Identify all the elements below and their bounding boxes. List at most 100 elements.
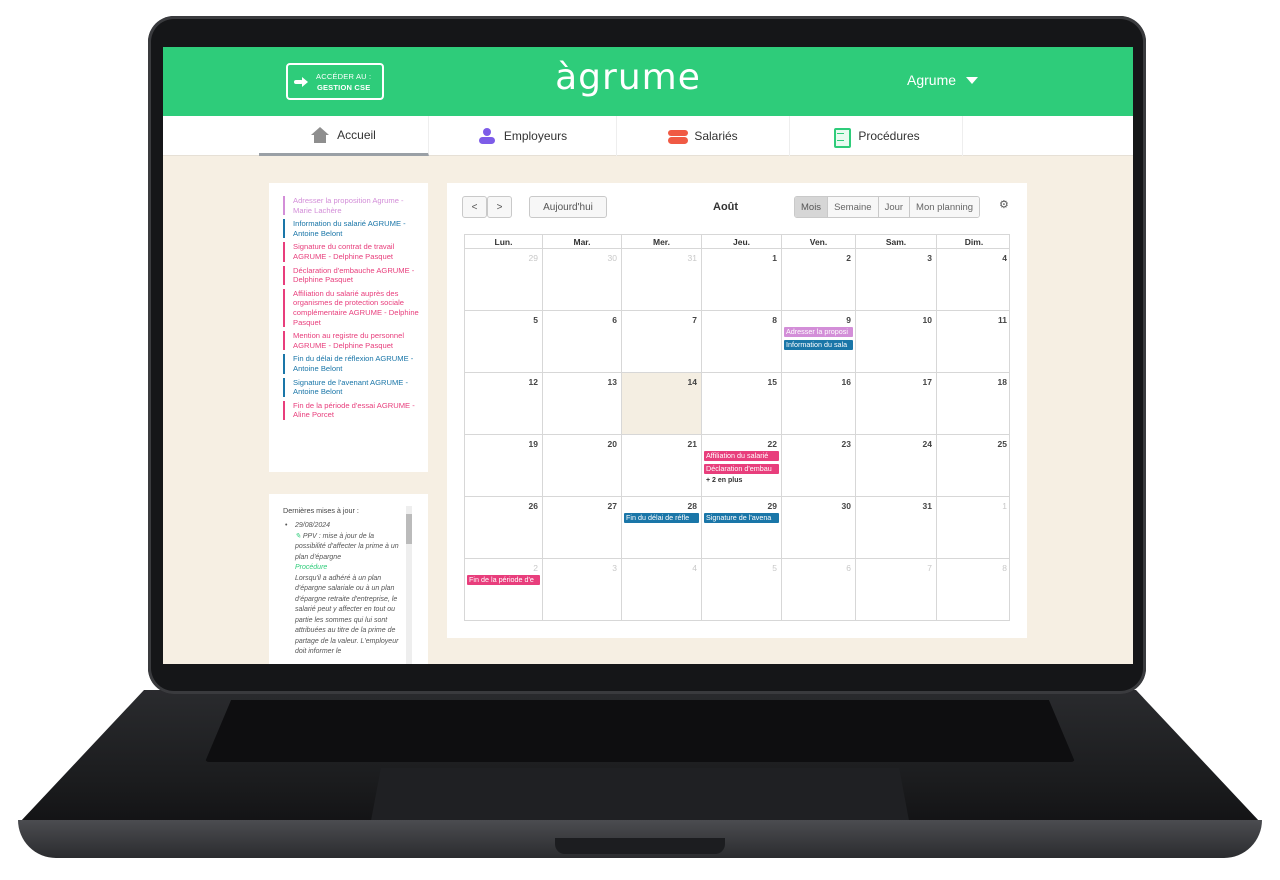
calendar-day[interactable]: 1 bbox=[937, 497, 1011, 558]
today-button[interactable]: Aujourd'hui bbox=[529, 196, 607, 218]
nav-item-accueil[interactable]: Accueil bbox=[259, 116, 429, 156]
calendar-day[interactable]: 4 bbox=[937, 249, 1011, 310]
app-logo[interactable]: àgrume bbox=[548, 57, 708, 98]
weekday-label: Ven. bbox=[782, 235, 856, 249]
todo-item[interactable]: Signature de l'avenant AGRUME - Antoine … bbox=[283, 377, 420, 397]
calendar-day[interactable]: 28 Fin du délai de réfle bbox=[622, 497, 702, 558]
more-events-link[interactable]: + 2 en plus bbox=[704, 477, 779, 484]
todo-item[interactable]: Signature du contrat de travail AGRUME -… bbox=[283, 242, 420, 262]
nav-item-procedures[interactable]: Procédures bbox=[790, 116, 963, 156]
todo-item[interactable]: Information du salarié AGRUME - Antoine … bbox=[283, 219, 420, 239]
calendar-event[interactable]: Fin du délai de réfle bbox=[624, 513, 699, 523]
calendar-day[interactable]: 6 bbox=[782, 559, 856, 620]
day-number: 12 bbox=[528, 377, 538, 387]
prev-month-button[interactable]: < bbox=[462, 196, 487, 218]
calendar-day[interactable]: 17 bbox=[856, 373, 937, 434]
calendar-day[interactable]: 11 bbox=[937, 311, 1011, 372]
calendar-event[interactable]: Affiliation du salarié bbox=[704, 451, 779, 461]
calendar-day[interactable]: 6 bbox=[543, 311, 622, 372]
calendar-day[interactable]: 2 Fin de la période d'e bbox=[465, 559, 543, 620]
arrow-right-icon bbox=[294, 76, 308, 87]
weekday-header: Lun. Mar. Mer. Jeu. Ven. Sam. Dim. bbox=[464, 234, 1010, 249]
view-day-button[interactable]: Jour bbox=[878, 197, 911, 217]
caret-down-icon bbox=[966, 76, 979, 84]
calendar-day[interactable]: 26 bbox=[465, 497, 543, 558]
calendar-event[interactable]: Information du sala bbox=[784, 340, 853, 350]
calendar-day[interactable]: 8 bbox=[937, 559, 1011, 620]
calendar-day[interactable]: 5 bbox=[465, 311, 543, 372]
pencil-icon: ✎ bbox=[295, 532, 301, 540]
view-planning-button[interactable]: Mon planning bbox=[910, 197, 980, 217]
day-number: 2 bbox=[846, 253, 851, 263]
calendar-day[interactable]: 2 bbox=[782, 249, 856, 310]
clipboard-icon bbox=[832, 128, 852, 148]
cse-access-button[interactable]: ACCÉDER AU : GESTION CSE bbox=[286, 63, 384, 100]
calendar-day[interactable]: 23 bbox=[782, 435, 856, 496]
calendar-day[interactable]: 20 bbox=[543, 435, 622, 496]
calendar-event[interactable]: Adresser la proposi bbox=[784, 327, 853, 337]
view-month-button[interactable]: Mois bbox=[795, 197, 829, 217]
calendar-event[interactable]: Déclaration d'embau bbox=[704, 464, 779, 474]
updates-scrollbar[interactable] bbox=[406, 506, 412, 664]
nav-item-salaries[interactable]: Salariés bbox=[617, 116, 790, 156]
calendar-day[interactable]: 29 bbox=[465, 249, 543, 310]
day-number: 29 bbox=[767, 501, 777, 511]
todo-item[interactable]: Fin du délai de réflexion AGRUME - Antoi… bbox=[283, 354, 420, 374]
calendar-day[interactable]: 31 bbox=[856, 497, 937, 558]
calendar-day[interactable]: 8 bbox=[702, 311, 782, 372]
day-number: 15 bbox=[767, 377, 777, 387]
calendar-day-today[interactable]: 14 bbox=[622, 373, 702, 434]
calendar-day[interactable]: 4 bbox=[622, 559, 702, 620]
day-number: 18 bbox=[997, 377, 1007, 387]
todo-panel: Adresser la proposition Agrume - Marie L… bbox=[269, 183, 428, 472]
calendar-day[interactable]: 7 bbox=[856, 559, 937, 620]
calendar-event[interactable]: Fin de la période d'e bbox=[467, 575, 540, 585]
todo-item[interactable]: Affiliation du salarié auprès des organi… bbox=[283, 288, 420, 328]
todo-item[interactable]: Mention au registre du personnel AGRUME … bbox=[283, 331, 420, 351]
day-number: 30 bbox=[607, 253, 617, 263]
calendar-day[interactable]: 25 bbox=[937, 435, 1011, 496]
calendar-day[interactable]: 3 bbox=[856, 249, 937, 310]
day-number: 4 bbox=[692, 563, 697, 573]
calendar-panel: < > Aujourd'hui Août Mois Semaine Jour M… bbox=[447, 183, 1027, 638]
calendar-day[interactable]: 24 bbox=[856, 435, 937, 496]
next-month-button[interactable]: > bbox=[487, 196, 512, 218]
todo-item[interactable]: Déclaration d'embauche AGRUME - Delphine… bbox=[283, 265, 420, 285]
calendar-day[interactable]: 9 Adresser la proposi Information du sala bbox=[782, 311, 856, 372]
calendar-day[interactable]: 5 bbox=[702, 559, 782, 620]
calendar-day[interactable]: 22 Affiliation du salarié Déclaration d'em… bbox=[702, 435, 782, 496]
calendar-day[interactable]: 21 bbox=[622, 435, 702, 496]
view-week-button[interactable]: Semaine bbox=[828, 197, 879, 217]
day-number: 31 bbox=[687, 253, 697, 263]
laptop-trackpad bbox=[370, 768, 910, 826]
day-number: 13 bbox=[607, 377, 617, 387]
calendar-day[interactable]: 27 bbox=[543, 497, 622, 558]
calendar-event[interactable]: Signature de l'avena bbox=[704, 513, 779, 523]
calendar-day[interactable]: 12 bbox=[465, 373, 543, 434]
day-number: 14 bbox=[687, 377, 697, 387]
scrollbar-thumb[interactable] bbox=[406, 514, 412, 544]
nav-item-employeurs[interactable]: Employeurs bbox=[429, 116, 617, 156]
day-events: Fin de la période d'e bbox=[467, 575, 540, 588]
day-number: 9 bbox=[846, 315, 851, 325]
calendar-day[interactable]: 15 bbox=[702, 373, 782, 434]
calendar-day[interactable]: 7 bbox=[622, 311, 702, 372]
todo-item[interactable]: Adresser la proposition Agrume - Marie L… bbox=[283, 196, 420, 216]
calendar-day[interactable]: 16 bbox=[782, 373, 856, 434]
calendar-day[interactable]: 30 bbox=[543, 249, 622, 310]
update-headline[interactable]: PPV : mise à jour de la possibilité d'af… bbox=[295, 533, 399, 561]
calendar-day[interactable]: 13 bbox=[543, 373, 622, 434]
todo-item[interactable]: Fin de la période d'essai AGRUME - Aline… bbox=[283, 400, 420, 420]
calendar-day[interactable]: 29 Signature de l'avena bbox=[702, 497, 782, 558]
calendar-day[interactable]: 18 bbox=[937, 373, 1011, 434]
calendar-day[interactable]: 3 bbox=[543, 559, 622, 620]
calendar-day[interactable]: 10 bbox=[856, 311, 937, 372]
calendar-day[interactable]: 19 bbox=[465, 435, 543, 496]
calendar-day[interactable]: 30 bbox=[782, 497, 856, 558]
calendar-day[interactable]: 31 bbox=[622, 249, 702, 310]
gear-icon[interactable]: ⚙ bbox=[999, 198, 1009, 211]
day-number: 17 bbox=[922, 377, 932, 387]
calendar-day[interactable]: 1 bbox=[702, 249, 782, 310]
user-menu[interactable]: Agrume bbox=[907, 72, 979, 88]
day-number: 6 bbox=[612, 315, 617, 325]
